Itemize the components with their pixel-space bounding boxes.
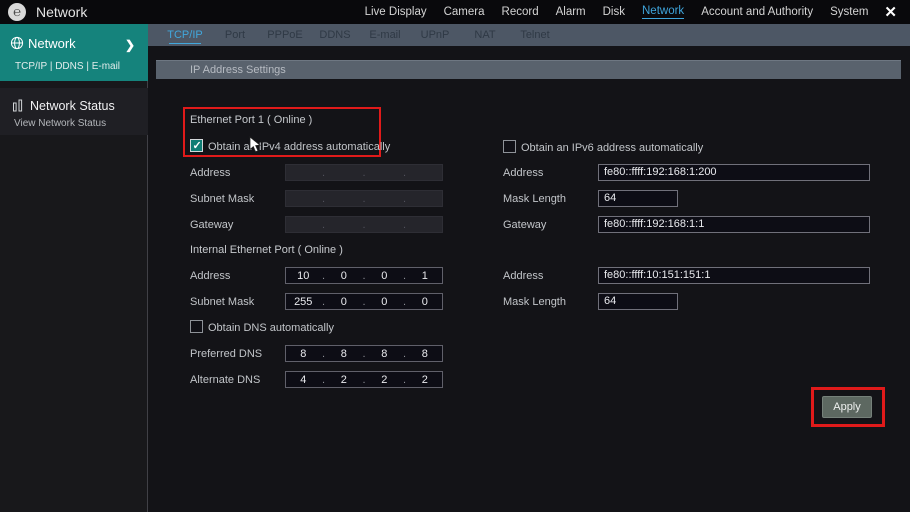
highlight-box-apply	[811, 387, 885, 427]
network-settings-screen: ℮ Network Live Display Camera Record Ala…	[0, 0, 910, 512]
obtain-ipv4-label: Obtain an IPv4 address automatically	[208, 141, 390, 153]
octet-segment[interactable]: 0	[327, 270, 362, 282]
dot-separator: .	[321, 193, 327, 205]
tab-port[interactable]: Port	[210, 24, 260, 46]
menu-account-and-authority[interactable]: Account and Authority	[701, 6, 813, 18]
ipv6-mask-length-label: Mask Length	[503, 193, 566, 205]
octet-segment[interactable]: 1	[408, 270, 443, 282]
octet-segment[interactable]: 0	[327, 296, 362, 308]
tab-nat[interactable]: NAT	[460, 24, 510, 46]
preferred-dns-label: Preferred DNS	[190, 348, 262, 360]
sidebar: Network ❯ TCP/IP | DDNS | E-mail Network…	[0, 24, 148, 512]
dot-separator: .	[361, 167, 367, 179]
sidebar-status-label: Network Status	[30, 99, 115, 113]
obtain-dns-label: Obtain DNS automatically	[208, 322, 334, 334]
octet-segment[interactable]: 2	[408, 374, 443, 386]
ipv6-gateway-label: Gateway	[503, 219, 546, 231]
obtain-ipv6-checkbox[interactable]	[503, 140, 516, 153]
preferred-dns-field[interactable]: 8.8.8.8	[285, 345, 443, 362]
alternate-dns-field[interactable]: 4.2.2.2	[285, 371, 443, 388]
ipv6-gateway-field[interactable]: fe80::ffff:192:168:1:1	[598, 216, 870, 233]
tab-upnp[interactable]: UPnP	[410, 24, 460, 46]
octet-segment[interactable]: 0	[408, 296, 443, 308]
octet-segment[interactable]: 4	[286, 374, 321, 386]
menu-record[interactable]: Record	[502, 6, 539, 18]
tab-telnet[interactable]: Telnet	[510, 24, 560, 46]
octet-segment[interactable]: 8	[367, 348, 402, 360]
sidebar-network-subtitle: TCP/IP | DDNS | E-mail	[15, 61, 120, 72]
octet-segment[interactable]: 0	[367, 270, 402, 282]
ipv6-address-label: Address	[503, 167, 543, 179]
tab-ddns[interactable]: DDNS	[310, 24, 360, 46]
ipv6-mask-length-field[interactable]: 64	[598, 190, 678, 207]
page-title: Network	[36, 4, 87, 20]
obtain-ipv6-label: Obtain an IPv6 address automatically	[521, 142, 703, 154]
dot-separator: .	[361, 193, 367, 205]
internal-subnet-label: Subnet Mask	[190, 296, 254, 308]
internal-ipv6-address-label: Address	[503, 270, 543, 282]
dot-separator: .	[361, 219, 367, 231]
close-icon[interactable]: ✕	[884, 3, 897, 21]
internal-ipv6-address-field[interactable]: fe80::ffff:10:151:151:1	[598, 267, 870, 284]
menu-live-display[interactable]: Live Display	[365, 6, 427, 18]
mouse-cursor-icon	[249, 136, 262, 158]
tab-pppoe[interactable]: PPPoE	[260, 24, 310, 46]
internal-port-title: Internal Ethernet Port ( Online )	[190, 244, 343, 256]
ipv6-address-field[interactable]: fe80::ffff:192:168:1:200	[598, 164, 870, 181]
internal-address-field[interactable]: 10.0.0.1	[285, 267, 443, 284]
dot-separator: .	[321, 219, 327, 231]
internal-mask-length-field[interactable]: 64	[598, 293, 678, 310]
internal-address-label: Address	[190, 270, 230, 282]
ipv4-subnet-field[interactable]: ...	[285, 190, 443, 207]
app-logo-icon: ℮	[8, 3, 26, 21]
octet-segment[interactable]: 0	[367, 296, 402, 308]
octet-segment[interactable]: 10	[286, 270, 321, 282]
ipv4-subnet-label: Subnet Mask	[190, 193, 254, 205]
internal-subnet-field[interactable]: 255.0.0.0	[285, 293, 443, 310]
obtain-dns-checkbox[interactable]	[190, 320, 203, 333]
alternate-dns-label: Alternate DNS	[190, 374, 260, 386]
dot-separator: .	[402, 167, 408, 179]
main-menu: Live Display Camera Record Alarm Disk Ne…	[365, 5, 869, 19]
menu-network[interactable]: Network	[642, 5, 684, 19]
octet-segment[interactable]: 255	[286, 296, 321, 308]
dot-separator: .	[402, 219, 408, 231]
tab-email[interactable]: E-mail	[360, 24, 410, 46]
ipv4-address-label: Address	[190, 167, 230, 179]
sidebar-status-subtitle: View Network Status	[14, 118, 106, 129]
ipv4-gateway-field[interactable]: ...	[285, 216, 443, 233]
tab-tcpip[interactable]: TCP/IP	[160, 24, 210, 46]
ipv4-gateway-label: Gateway	[190, 219, 233, 231]
sidebar-item-network[interactable]: Network ❯ TCP/IP | DDNS | E-mail	[0, 24, 148, 81]
octet-segment[interactable]: 8	[408, 348, 443, 360]
menu-alarm[interactable]: Alarm	[556, 6, 586, 18]
octet-segment[interactable]: 8	[327, 348, 362, 360]
octet-segment[interactable]: 2	[327, 374, 362, 386]
octet-segment[interactable]: 2	[367, 374, 402, 386]
section-header-ip-address-settings: IP Address Settings	[156, 60, 901, 79]
menu-camera[interactable]: Camera	[444, 6, 485, 18]
menu-system[interactable]: System	[830, 6, 868, 18]
obtain-ipv4-checkbox[interactable]	[190, 139, 203, 152]
internal-mask-length-label: Mask Length	[503, 296, 566, 308]
tab-bar: TCP/IP Port PPPoE DDNS E-mail UPnP NAT T…	[148, 24, 910, 46]
dot-separator: .	[402, 193, 408, 205]
globe-icon	[10, 36, 24, 55]
sidebar-item-network-status[interactable]: Network Status View Network Status	[0, 88, 148, 135]
menu-disk[interactable]: Disk	[603, 6, 625, 18]
chevron-right-icon: ❯	[125, 38, 135, 52]
bar-chart-icon	[12, 99, 25, 117]
octet-segment[interactable]: 8	[286, 348, 321, 360]
ipv4-address-field[interactable]: ...	[285, 164, 443, 181]
title-bar: ℮ Network Live Display Camera Record Ala…	[0, 0, 910, 24]
sidebar-network-label: Network	[28, 36, 76, 51]
dot-separator: .	[321, 167, 327, 179]
